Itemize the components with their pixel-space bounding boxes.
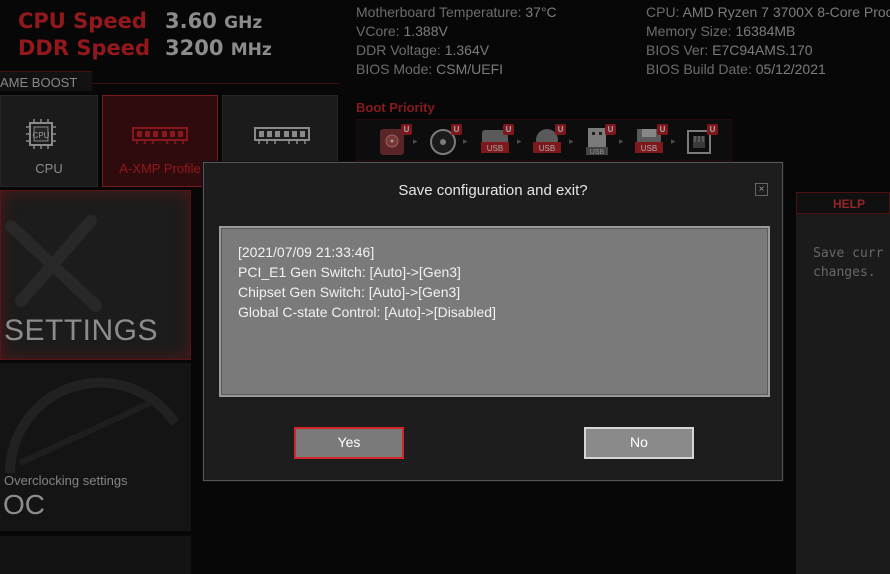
yes-button[interactable]: Yes [294,427,404,459]
change-line: PCI_E1 Gen Switch: [Auto]->[Gen3] [238,264,461,280]
dialog-title: Save configuration and exit? [398,182,588,199]
change-line: Chipset Gen Switch: [Auto]->[Gen3] [238,284,461,300]
save-exit-dialog: Save configuration and exit? × [2021/07/… [203,162,783,481]
change-line: Global C-state Control: [Auto]->[Disable… [238,304,496,320]
changes-list: [2021/07/09 21:33:46] PCI_E1 Gen Switch:… [219,226,770,397]
change-timestamp: [2021/07/09 21:33:46] [238,244,375,260]
no-button[interactable]: No [584,427,694,459]
close-icon[interactable]: × [755,183,768,196]
